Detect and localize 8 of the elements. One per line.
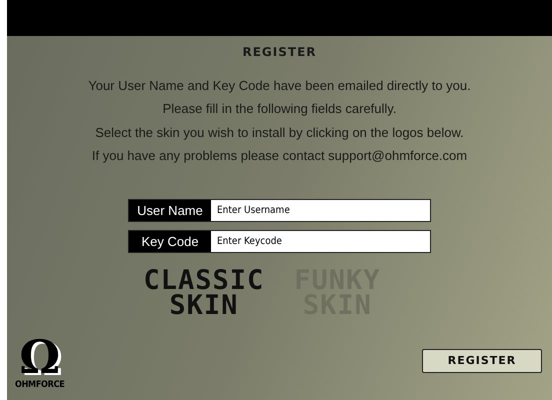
instruction-text: Your User Name and Key Code have been emailed directly to you. (88, 78, 471, 93)
instruction-text: If you have any problems please contact support@ohmforce.com (92, 148, 468, 163)
skin-logo[interactable]: CLASSIC SKIN (143, 268, 264, 318)
instruction-text: Please fill in the following fields carefully. (162, 101, 396, 116)
instruction-text: Select the skin you wish to install by clicking on the logos below. (95, 124, 464, 140)
logo: Ω OHMFORCE (15, 334, 64, 392)
register-button[interactable]: REGISTER (422, 349, 542, 373)
dialog-title: REGISTER (242, 44, 317, 61)
